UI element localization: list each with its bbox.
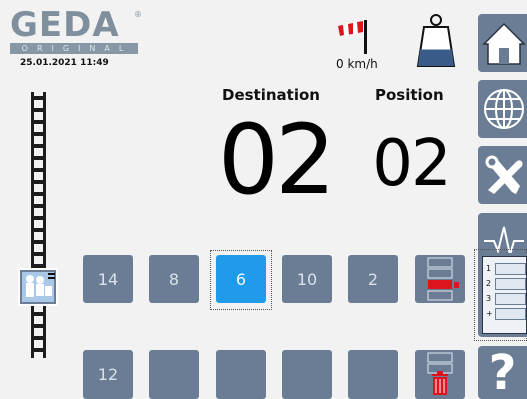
ladder-rung xyxy=(31,324,46,328)
floor-button-10[interactable]: 10 xyxy=(282,255,332,303)
position-label: Position xyxy=(375,86,444,104)
logo-subtitle: ORIGINAL xyxy=(10,43,138,54)
ladder-rung xyxy=(31,96,46,100)
queue-number-3: 3 xyxy=(486,294,492,303)
ladder-rung xyxy=(31,228,46,232)
floor-button-empty-3[interactable] xyxy=(282,350,332,399)
queue-number-plus: + xyxy=(486,309,493,318)
ladder-rung xyxy=(31,240,46,244)
ladder-rung xyxy=(31,312,46,316)
ladder-rung xyxy=(31,348,46,352)
geda-logo: GEDA ® ORIGINAL xyxy=(10,8,142,58)
home-button[interactable] xyxy=(478,14,527,72)
help-button[interactable]: ? xyxy=(478,345,527,399)
floor-button-empty-2[interactable] xyxy=(216,350,266,399)
home-icon xyxy=(482,22,526,65)
help-icon: ? xyxy=(488,345,517,399)
position-value: 02 xyxy=(372,127,451,201)
ladder-rung xyxy=(31,336,46,340)
floor-button-empty-1[interactable] xyxy=(149,350,199,399)
floor-button-12[interactable]: 12 xyxy=(83,350,133,399)
floor-button-2[interactable]: 2 xyxy=(348,255,398,303)
ladder-rung xyxy=(31,108,46,112)
floor-button-8[interactable]: 8 xyxy=(149,255,199,303)
ladder-rung xyxy=(31,204,46,208)
ladder-rung xyxy=(31,180,46,184)
trash-icon xyxy=(427,352,453,395)
globe-button[interactable] xyxy=(478,80,527,138)
ladder-rung xyxy=(31,144,46,148)
destination-value: 02 xyxy=(217,104,336,216)
logo-registered-mark: ® xyxy=(134,10,142,19)
queue-number-1: 1 xyxy=(486,264,492,273)
floor-button-6[interactable]: 6 xyxy=(216,255,266,303)
windsock-icon xyxy=(338,20,367,54)
floor-button-empty-4[interactable] xyxy=(348,350,398,399)
tools-icon xyxy=(485,155,523,194)
mast-ladder xyxy=(31,92,46,358)
ladder-rung xyxy=(31,192,46,196)
logo-wordmark: GEDA xyxy=(10,5,120,45)
floor-button-14[interactable]: 14 xyxy=(83,255,133,303)
load-weight-icon xyxy=(416,14,456,67)
ladder-rung xyxy=(31,156,46,160)
date-time: 25.01.2021 11:49 xyxy=(20,58,109,68)
queue-list-icon: 1 2 3 + xyxy=(482,256,527,334)
ladder-rung xyxy=(31,120,46,124)
cabin-trash-button[interactable] xyxy=(415,350,465,399)
ladder-rung xyxy=(31,252,46,256)
wind-speed-readout: 0 km/h xyxy=(336,57,378,71)
ladder-rung xyxy=(31,132,46,136)
ladder-rung xyxy=(31,168,46,172)
call-queue-button[interactable]: 1 2 3 + xyxy=(478,253,527,337)
destination-label: Destination xyxy=(222,86,320,104)
ladder-rung xyxy=(31,216,46,220)
settings-button[interactable] xyxy=(478,146,527,204)
cabin-delete-stop-button[interactable] xyxy=(415,255,465,303)
lift-cabin-icon[interactable] xyxy=(18,268,58,306)
globe-icon xyxy=(484,89,524,129)
cabin-stop-icon xyxy=(427,257,459,301)
queue-number-2: 2 xyxy=(486,279,492,288)
